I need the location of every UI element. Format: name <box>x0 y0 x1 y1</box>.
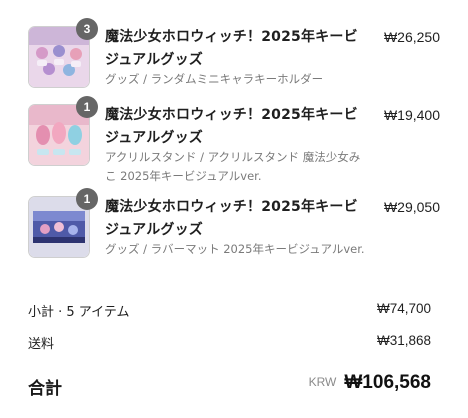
product-thumbnail[interactable]: 1 <box>28 188 98 258</box>
cart-line-item: 3 魔法少女ホロウィッチ！2025年キービジュアルグッズ グッズ / ランダムミ… <box>28 18 440 90</box>
quantity-badge: 3 <box>76 18 98 40</box>
item-title: 魔法少女ホロウィッチ！2025年キービジュアルグッズ <box>105 199 358 238</box>
quantity-badge: 1 <box>76 188 98 210</box>
item-title: 魔法少女ホロウィッチ！2025年キービジュアルグッズ <box>105 29 358 68</box>
total-label: 合計 <box>28 379 62 399</box>
shipping-label: 送料 <box>28 337 55 352</box>
currency-code: KRW <box>308 375 337 389</box>
item-variant: アクリルスタンド / アクリルスタンド 魔法少女みこ 2025年キービジュアルv… <box>105 150 361 183</box>
item-price: ₩26,250 <box>383 29 440 45</box>
quantity-badge: 1 <box>76 96 98 118</box>
subtotal-value: ₩74,700 <box>376 301 431 316</box>
total-row: 合計 KRW ₩106,568 <box>28 372 431 402</box>
subtotal-label: 小計 · 5 アイテム <box>28 305 130 320</box>
shipping-value: ₩31,868 <box>376 333 431 348</box>
cart-line-item: 1 魔法少女ホロウィッチ！2025年キービジュアルグッズ アクリルスタンド / … <box>28 96 440 183</box>
cart-line-item: 1 魔法少女ホロウィッチ！2025年キービジュアルグッズ グッズ / ラバーマッ… <box>28 188 440 260</box>
item-title: 魔法少女ホロウィッチ！2025年キービジュアルグッズ <box>105 107 358 146</box>
item-price: ₩19,400 <box>383 107 440 123</box>
item-price: ₩29,050 <box>383 199 440 215</box>
item-variant: グッズ / ランダムミニキャラキーホルダー <box>105 72 324 86</box>
item-variant: グッズ / ラバーマット 2025年キービジュアルver. <box>105 242 365 256</box>
total-amount: KRW ₩106,568 <box>309 372 431 394</box>
product-thumbnail[interactable]: 1 <box>28 96 98 166</box>
total-value: ₩106,568 <box>344 372 431 393</box>
product-thumbnail[interactable]: 3 <box>28 18 98 88</box>
